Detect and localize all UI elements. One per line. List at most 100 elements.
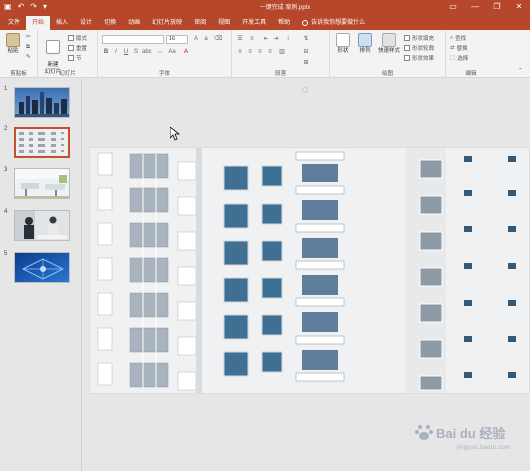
lightbulb-icon — [302, 20, 309, 26]
ribbon-display-icon[interactable]: ▭ — [442, 2, 464, 11]
paragraph-group: ☰ ≡ ⇤ ⇥ ↕ ⇅ ≡ ≡ ≡ ≡ ▥ ⊟ ⊞ 段落 — [232, 30, 330, 78]
shadow-icon[interactable]: S — [132, 49, 140, 56]
tab-review[interactable]: 审阅 — [188, 16, 212, 30]
paw-logo-icon — [415, 425, 433, 440]
smartart-icon[interactable]: ⊞ — [302, 60, 310, 67]
baidu-watermark: Bai du 经验 jingyan.baidu.com — [415, 417, 525, 451]
decrease-font-icon[interactable]: a — [202, 36, 210, 43]
slide-thumbnail-2[interactable] — [14, 127, 70, 158]
building-facade-thumb — [16, 129, 68, 156]
rotation-handle-icon — [302, 87, 308, 93]
slide-thumbnail-4[interactable] — [14, 210, 70, 241]
decrease-indent-icon[interactable]: ⇤ — [262, 36, 270, 43]
format-painter-icon[interactable]: ✎ — [26, 54, 31, 60]
shape-fill-button[interactable]: 形状填充 — [404, 34, 434, 42]
justify-icon[interactable]: ≡ — [266, 49, 274, 56]
restore-button[interactable]: ❐ — [486, 2, 508, 11]
clear-format-icon[interactable]: ⌫ — [214, 36, 222, 43]
document-title: 一键完成 案例.pptx — [259, 5, 311, 11]
drawing-label: 绘图 — [381, 71, 393, 77]
slide-canvas[interactable] — [90, 148, 529, 393]
replace-button[interactable]: ⇄ 替换 — [450, 44, 468, 52]
font-name-box[interactable] — [102, 35, 164, 44]
slide-thumbnail-panel: 1 2 3 4 5 — [0, 79, 82, 471]
align-left-icon[interactable]: ≡ — [236, 49, 244, 56]
customize-qat-icon[interactable]: ▾ — [43, 2, 47, 11]
quick-styles-button[interactable]: 快速样式 — [376, 33, 402, 55]
align-center-icon[interactable]: ≡ — [246, 49, 254, 56]
shape-effects-button[interactable]: 形状效果 — [404, 54, 434, 62]
slides-group: 新建 幻灯片 版式 重置 节 幻灯片 — [38, 30, 98, 78]
tab-developer[interactable]: 开发工具 — [236, 16, 272, 30]
tab-animations[interactable]: 动画 — [122, 16, 146, 30]
shapes-label: 形状 — [337, 48, 349, 54]
increase-indent-icon[interactable]: ⇥ — [272, 36, 280, 43]
layout-button[interactable]: 版式 — [68, 34, 87, 42]
quick-styles-label: 快速样式 — [377, 48, 400, 54]
tab-help[interactable]: 帮助 — [272, 16, 296, 30]
align-right-icon[interactable]: ≡ — [256, 49, 264, 56]
tab-file[interactable]: 文件 — [2, 16, 26, 30]
quick-styles-icon — [382, 33, 396, 47]
blue-tech-image — [15, 253, 69, 282]
slide-thumbnail-3[interactable] — [14, 168, 70, 199]
line-spacing-icon[interactable]: ↕ — [284, 36, 292, 43]
paste-label: 粘贴 — [7, 48, 19, 54]
slide-thumbnail-1[interactable] — [14, 87, 70, 118]
slide-number: 2 — [4, 126, 8, 132]
collapse-ribbon-icon[interactable]: ⌃ — [518, 68, 523, 74]
shapes-button[interactable]: 形状 — [332, 33, 354, 55]
shapes-icon — [336, 33, 350, 47]
paste-button[interactable]: 粘贴 — [2, 33, 24, 55]
replace-icon: ⇄ — [450, 45, 455, 51]
tell-me-search[interactable]: 告诉我你想要做什么 — [296, 16, 365, 30]
drawing-group: 形状 排列 快速样式 形状填充 形状轮廓 形状效果 绘图 — [330, 30, 446, 78]
copy-icon[interactable]: ⧉ — [26, 44, 30, 51]
italic-icon[interactable]: I — [112, 49, 120, 56]
align-text-icon[interactable]: ⊟ — [302, 49, 310, 56]
tell-me-text: 告诉我你想要做什么 — [311, 20, 366, 26]
minimize-button[interactable]: — — [464, 2, 486, 11]
tab-design[interactable]: 设计 — [74, 16, 98, 30]
cut-icon[interactable]: ✂ — [26, 34, 31, 40]
strikethrough-icon[interactable]: abc — [142, 49, 152, 56]
paste-icon — [6, 33, 20, 47]
change-case-icon[interactable]: Aa — [168, 49, 176, 56]
font-color-icon[interactable]: A — [182, 49, 190, 56]
undo-icon[interactable]: ↶ — [18, 2, 25, 11]
city-skyline-image — [15, 88, 69, 117]
columns-icon[interactable]: ▥ — [278, 49, 286, 56]
redo-icon[interactable]: ↷ — [30, 2, 37, 11]
bullets-icon[interactable]: ☰ — [236, 36, 244, 43]
office-interior-image — [15, 169, 69, 198]
slide-number: 4 — [4, 209, 8, 215]
increase-font-icon[interactable]: A — [192, 36, 200, 43]
tab-view[interactable]: 视图 — [212, 16, 236, 30]
building-facade-image[interactable] — [90, 148, 529, 393]
tab-home[interactable]: 开始 — [26, 16, 51, 30]
find-button[interactable]: ⌕ 查找 — [450, 34, 466, 43]
title-bar: ▣ ↶ ↷ ▾ 一键完成 案例.pptx ▭ — ❐ ✕ — [0, 0, 530, 13]
font-size-box[interactable]: 16 — [166, 35, 188, 44]
slides-label: 幻灯片 — [59, 71, 76, 77]
paragraph-label: 段落 — [274, 71, 286, 77]
reset-button[interactable]: 重置 — [68, 44, 87, 52]
arrange-button[interactable]: 排列 — [354, 33, 376, 55]
close-button[interactable]: ✕ — [508, 2, 530, 11]
clipboard-group: 粘贴 ✂ ⧉ ✎ 剪贴板 — [0, 30, 38, 78]
section-button[interactable]: 节 — [68, 54, 82, 62]
tab-slideshow[interactable]: 幻灯片放映 — [146, 16, 188, 30]
tab-insert[interactable]: 插入 — [50, 16, 74, 30]
watermark-text: Bai du 经验 — [436, 425, 506, 441]
numbering-icon[interactable]: ≡ — [248, 36, 256, 43]
text-direction-icon[interactable]: ⇅ — [302, 36, 310, 43]
underline-icon[interactable]: U — [122, 49, 130, 56]
char-spacing-icon[interactable]: ↔ — [156, 49, 164, 56]
ribbon: 粘贴 ✂ ⧉ ✎ 剪贴板 新建 幻灯片 版式 重置 节 幻灯片 16 A a ⌫… — [0, 30, 530, 78]
save-icon[interactable]: ▣ — [4, 2, 12, 11]
bold-icon[interactable]: B — [102, 49, 110, 56]
select-button[interactable]: ⬚ 选择 — [450, 54, 468, 62]
shape-outline-button[interactable]: 形状轮廓 — [404, 44, 434, 52]
tab-transitions[interactable]: 切换 — [98, 16, 122, 30]
slide-thumbnail-5[interactable] — [14, 252, 70, 283]
